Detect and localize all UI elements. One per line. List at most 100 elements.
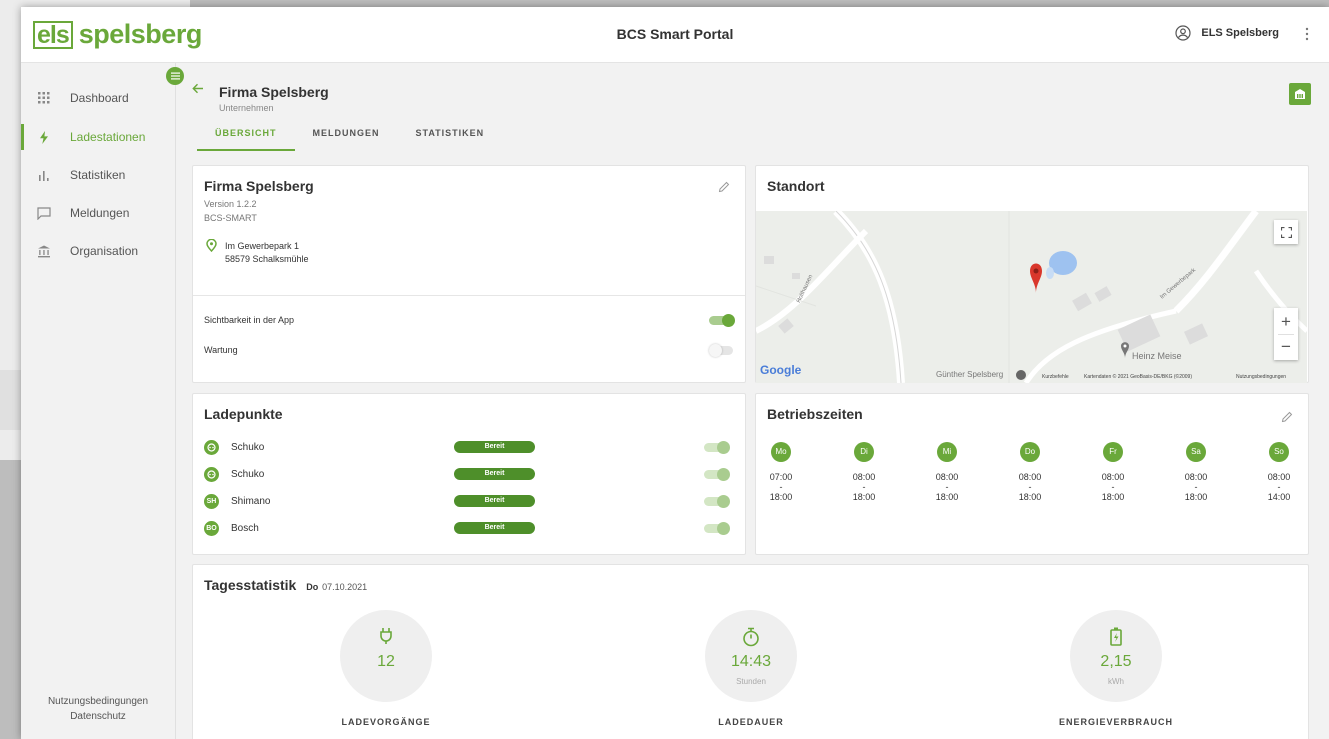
stat-value: 14:43 [730,653,772,670]
schuko-plug-icon [204,466,219,482]
visibility-toggle[interactable] [709,314,735,327]
user-circle-icon [1175,25,1191,41]
app-window: els spelsberg BCS Smart Portal ELS Spels… [21,7,1329,739]
tab-uebersicht[interactable]: ÜBERSICHT [197,123,295,151]
user-menu[interactable]: ELS Spelsberg [1175,25,1279,41]
sidebar-item-organisation[interactable]: Organisation [21,232,175,270]
page-subtitle: Unternehmen [219,103,274,113]
stat-circle: 14:43 Stunden [705,610,797,702]
terms-link[interactable]: Nutzungsbedingungen [21,694,175,709]
day-column-so: So 08:00-14:00 [1259,442,1299,502]
bosch-icon: BO [204,520,219,536]
day-hours: 07:00-18:00 [769,472,793,502]
maintenance-label: Wartung [204,345,238,355]
stat-value: 12 [377,653,395,670]
stat-circle: 2,15 kWh [1070,610,1162,702]
sidebar-item-label: Dashboard [70,91,129,105]
stat-label: LADEDAUER [718,717,784,727]
chargepoint-toggle[interactable] [704,522,730,535]
list-item[interactable]: SH Shimano Bereit [204,492,734,510]
chargepoint-name: Bosch [231,522,259,534]
daily-stats-heading: Tagesstatistik [204,577,297,593]
google-logo: Google [760,363,802,377]
opening-hours-card: Betriebszeiten Mo 07:00-18:00 Di 08:00-18:… [755,393,1309,555]
more-menu-button[interactable] [1305,27,1309,46]
daily-stats-card: Tagesstatistik Do 07.10.2021 12 LADEVORG… [192,564,1309,739]
daily-stats-date: 07.10.2021 [322,582,368,592]
sidebar-item-label: Meldungen [70,206,130,220]
divider [193,295,745,296]
page-title: Firma Spelsberg [219,84,329,100]
poi-label-2: Günther Spelsberg [936,370,1004,379]
edit-hours-button[interactable] [1281,410,1293,428]
tab-meldungen[interactable]: MELDUNGEN [295,123,398,149]
station-type: BCS-SMART [204,213,257,223]
day-hours: 08:00-18:00 [852,472,876,502]
day-column-do: Do 08:00-18:00 [1010,442,1050,502]
map-shortcuts[interactable]: Kurzbefehle [1042,374,1069,380]
plug-icon [340,627,432,645]
chargepoint-toggle[interactable] [704,441,730,454]
export-button[interactable] [1289,83,1311,105]
status-badge: Bereit [454,522,535,534]
edit-station-button[interactable] [718,180,730,198]
pegman-icon[interactable] [1016,370,1026,380]
tab-statistiken[interactable]: STATISTIKEN [398,123,503,149]
list-item[interactable]: Schuko Bereit [204,465,734,483]
battery-charging-icon [1070,627,1162,646]
stat-label: LADEVORGÄNGE [341,717,431,727]
sidebar-item-statistiken[interactable]: Statistiken [21,156,175,194]
schuko-plug-icon [204,439,219,455]
map-canvas [756,211,1307,383]
shimano-icon: SH [204,493,219,509]
day-badge: Di [854,442,874,462]
day-badge: Fr [1103,442,1123,462]
visibility-label: Sichtbarkeit in der App [204,315,295,325]
main-content: Firma Spelsberg Unternehmen ÜBERSICHT ME… [177,63,1329,739]
map-terms[interactable]: Nutzungsbedingungen [1236,374,1286,380]
tab-bar: ÜBERSICHT MELDUNGEN STATISTIKEN [197,123,503,151]
bank-icon [35,245,53,258]
sidebar-item-meldungen[interactable]: Meldungen [21,194,175,232]
map[interactable]: Im Gewerbepark Holthausen Heinz Meise Go… [756,211,1307,383]
chargepoint-name: Schuko [231,441,265,453]
day-badge: Sa [1186,442,1206,462]
chargepoints-title: Ladepunkte [204,406,283,422]
day-hours: 08:00-14:00 [1267,472,1291,502]
pencil-icon [718,181,730,193]
privacy-link[interactable]: Datenschutz [21,709,175,724]
daily-stats-title: Tagesstatistik Do 07.10.2021 [204,577,367,593]
zoom-out-icon[interactable]: − [1281,335,1291,359]
station-card: Firma Spelsberg Version 1.2.2 BCS-SMART … [192,165,746,383]
address-street: Im Gewerbepark 1 [225,241,300,251]
sidebar-item-ladestationen[interactable]: Ladestationen [21,118,175,156]
sidebar-item-label: Ladestationen [70,130,146,144]
location-pin-icon [206,238,217,257]
day-hours: 08:00-18:00 [1101,472,1125,502]
stat-charging-duration: 14:43 Stunden LADEDAUER [661,610,841,727]
back-arrow-icon[interactable] [192,81,204,99]
zoom-in-icon[interactable]: + [1281,310,1291,334]
chargepoint-toggle[interactable] [704,468,730,481]
map-attribution: Kartendaten © 2021 GeoBasis-DE/BKG (©200… [1084,374,1192,380]
daily-stats-weekday: Do [306,582,319,592]
station-address: Im Gewerbepark 1 58579 Schalksmühle [225,240,309,266]
pencil-icon [1281,411,1293,423]
grid-icon [35,92,53,104]
chargepoint-toggle[interactable] [704,495,730,508]
user-name: ELS Spelsberg [1201,27,1279,39]
fullscreen-button[interactable] [1274,220,1298,244]
stopwatch-icon [705,627,797,647]
address-city: 58579 Schalksmühle [225,254,309,264]
building-icon [1295,89,1305,99]
list-item[interactable]: Schuko Bereit [204,438,734,456]
stat-charging-sessions: 12 LADEVORGÄNGE [296,610,476,727]
day-badge: Mi [937,442,957,462]
bar-chart-icon [35,170,53,181]
sidebar-item-dashboard[interactable]: Dashboard [21,79,175,117]
maintenance-toggle[interactable] [709,344,735,357]
list-item[interactable]: BO Bosch Bereit [204,519,734,537]
chargepoints-card: Ladepunkte Schuko Bereit Schuko Bereit S… [192,393,746,555]
stat-value: 2,15 [1100,653,1132,670]
day-hours: 08:00-18:00 [1018,472,1042,502]
